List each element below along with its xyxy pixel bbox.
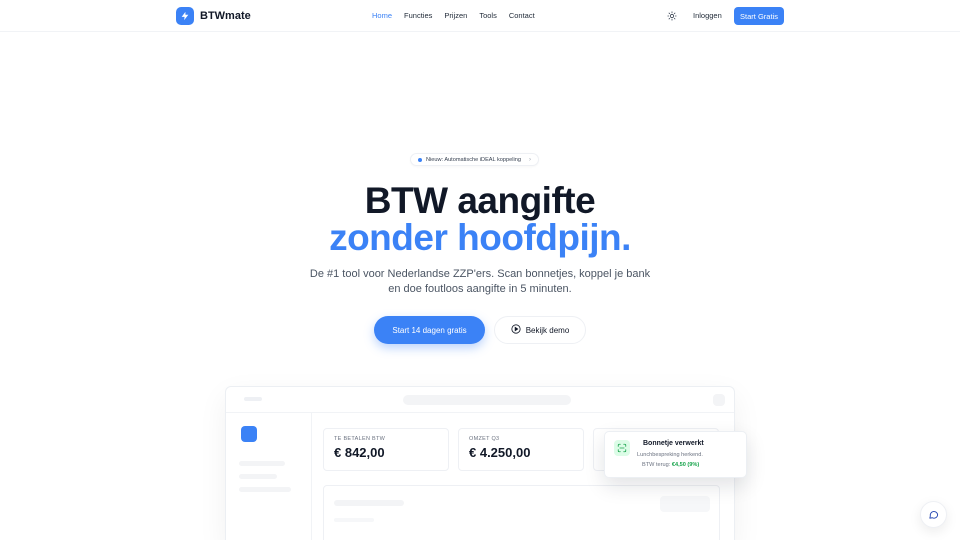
sun-icon[interactable] — [666, 10, 678, 22]
start-free-button[interactable]: Start Gratis — [734, 7, 784, 25]
login-link[interactable]: Inloggen — [693, 11, 722, 20]
nav-links: Home Functies Prijzen Tools Contact — [372, 11, 535, 20]
nav-link-contact[interactable]: Contact — [509, 11, 535, 20]
toast-line1: Lunchbespreking herkend. — [637, 452, 703, 458]
nav-link-functies[interactable]: Functies — [404, 11, 432, 20]
placeholder-search — [403, 395, 571, 405]
watch-demo-button[interactable]: Bekijk demo — [494, 316, 586, 344]
badge-dot — [418, 157, 422, 162]
stat-label: OMZET Q3 — [469, 436, 500, 442]
brand-logo[interactable]: BTWmate — [176, 7, 251, 25]
brand-name: BTWmate — [200, 10, 251, 22]
hero-title-line2: zonder hoofdpijn. — [329, 217, 631, 258]
placeholder-line — [239, 487, 291, 492]
watch-demo-label: Bekijk demo — [525, 325, 570, 335]
placeholder-line — [239, 461, 285, 466]
placeholder-button — [660, 496, 710, 512]
toast-line2-prefix: BTW terug: — [642, 462, 671, 468]
dashboard-panel — [323, 485, 720, 540]
chevron-right-icon: › — [528, 156, 531, 163]
nav-link-home[interactable]: Home — [372, 11, 392, 20]
dashboard-topbar — [226, 387, 734, 413]
announcement-badge[interactable]: Nieuw: Automatische iDEAL koppeling › — [410, 153, 539, 166]
placeholder-avatar — [713, 394, 725, 406]
stat-card-vat-due: TE BETALEN BTW € 842,00 — [323, 428, 449, 471]
nav-link-prijzen[interactable]: Prijzen — [444, 11, 467, 20]
stat-label: TE BETALEN BTW — [334, 436, 386, 442]
scan-icon — [614, 440, 630, 456]
dashboard-sidebar — [226, 413, 312, 540]
placeholder-bar — [244, 397, 262, 401]
nav-link-tools[interactable]: Tools — [479, 11, 497, 20]
play-circle-icon — [511, 324, 521, 336]
chat-bubble-icon[interactable] — [920, 501, 947, 528]
top-navbar: BTWmate Home Functies Prijzen Tools Cont… — [0, 0, 960, 32]
toast-line2: BTW terug: €4,50 (9%) — [642, 462, 699, 468]
badge-text: Nieuw: Automatische iDEAL koppeling — [426, 156, 521, 163]
placeholder-line — [334, 518, 374, 522]
toast-refund-value: €4,50 (9%) — [671, 462, 700, 468]
hero-title-line1: BTW aangifte — [364, 180, 596, 221]
receipt-processed-toast: Bonnetje verwerkt Lunchbespreking herken… — [604, 431, 747, 478]
start-trial-button[interactable]: Start 14 dagen gratis — [374, 316, 485, 344]
stat-value: € 842,00 — [334, 445, 385, 460]
placeholder-line — [239, 474, 277, 479]
stat-card-revenue: OMZET Q3 € 4.250,00 — [458, 428, 584, 471]
placeholder-line — [334, 500, 404, 506]
hero-subtitle-line2: en doe foutloos aangifte in 5 minuten. — [388, 283, 572, 295]
lightning-icon — [176, 7, 194, 25]
hero-subtitle-line1: De #1 tool voor Nederlandse ZZP'ers. Sca… — [309, 268, 651, 280]
toast-title: Bonnetje verwerkt — [643, 440, 704, 447]
hero-subtitle: De #1 tool voor Nederlandse ZZP'ers. Sca… — [300, 267, 660, 297]
app-logo — [241, 426, 257, 442]
stat-value: € 4.250,00 — [469, 445, 531, 460]
